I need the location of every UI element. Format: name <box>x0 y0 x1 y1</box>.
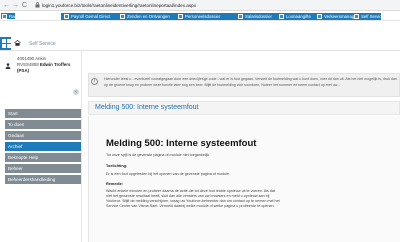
app-icon <box>120 13 125 19</box>
sidebar-item-beknopte-help[interactable]: Beknopte Help <box>5 153 81 162</box>
profile-employee: RVSS4808 Edwin Troffers <box>17 62 71 67</box>
sidebar-item-archief[interactable]: Archief <box>5 142 81 151</box>
message-header-title: Melding 500: Interne systeemfout <box>95 104 199 111</box>
app-icon <box>178 13 183 19</box>
sidebar-item-gedaan[interactable]: Gedaan <box>5 131 81 140</box>
app-icon <box>279 13 284 19</box>
profile-employer: 4001490 Ankin <box>17 56 47 61</box>
info-icon: i <box>91 78 98 85</box>
sidebar-item-beheerdershandleiding[interactable]: Beheerdershandleiding <box>5 175 81 184</box>
app-icon <box>2 13 7 19</box>
app-icon <box>354 13 359 19</box>
home-icon[interactable] <box>14 39 21 46</box>
topnav-item-self-service[interactable]: Self Service <box>353 13 384 19</box>
sidebar-menu: Start To doen Gedaan Archief Beknopte He… <box>5 109 81 186</box>
topnav-item-zenden[interactable]: Zenden en Ontvangen <box>119 13 170 19</box>
remedy-heading: Remedie: <box>106 182 124 186</box>
app-icon <box>238 13 243 19</box>
header-divider <box>0 50 400 51</box>
topnav-item-payroll[interactable]: Payroll Gemal Direct <box>63 13 110 19</box>
app-icon <box>64 13 69 19</box>
topnav-item-loonaangifte[interactable]: Loonaangifte <box>278 13 311 19</box>
remedy-line: Service Center van Visma Raet. Vermeld d… <box>106 204 275 208</box>
sidebar-divider <box>81 50 82 242</box>
sidebar-item-start[interactable]: Start <box>5 109 81 118</box>
forward-arrow-icon[interactable]: → <box>11 1 20 10</box>
user-icon <box>5 63 11 69</box>
browser-toolbar: ← → C login1.youforce.biz/tools/raetonli… <box>0 0 400 11</box>
error-intro: Tot onze spijt is de gevenste pagina of … <box>106 153 211 157</box>
page-section-title: Self Service <box>29 41 56 47</box>
app-grid-icon[interactable] <box>0 37 11 50</box>
app-icon <box>317 13 322 19</box>
collapse-sidebar-button[interactable]: ‹ <box>73 89 79 95</box>
sidebar-item-to-doen[interactable]: To doen <box>5 120 81 129</box>
address-bar[interactable]: login1.youforce.biz/tools/raetonlineiden… <box>42 3 196 8</box>
topnav-item-verkeersmanager[interactable]: Verkeersmanager <box>316 13 358 19</box>
info-text: Hieronder leest u - eventueel voorafgega… <box>104 77 397 87</box>
lock-icon[interactable] <box>33 1 41 10</box>
explanation-heading: Toelichting: <box>106 164 128 168</box>
message-content-panel <box>88 116 400 242</box>
profile-role: (PSA) <box>17 68 29 73</box>
topnav-item-raet[interactable]: Raet <box>1 13 18 19</box>
topnav-item-personeelsdossier[interactable]: Personeelsdossier <box>177 13 220 19</box>
reload-icon[interactable]: C <box>20 1 29 10</box>
topnav-item-salarisdossier[interactable]: Salarisdossier <box>237 13 272 19</box>
sidebar-item-beheer[interactable]: Beheer <box>5 164 81 173</box>
top-navigation: Raet Payroll Gemal Direct Zenden en Ontv… <box>0 11 400 21</box>
error-title: Melding 500: Interne systeemfout <box>106 138 257 149</box>
explanation-text: Er is een fout opgetreden bij het openen… <box>106 172 231 176</box>
back-arrow-icon[interactable]: ← <box>2 1 11 10</box>
